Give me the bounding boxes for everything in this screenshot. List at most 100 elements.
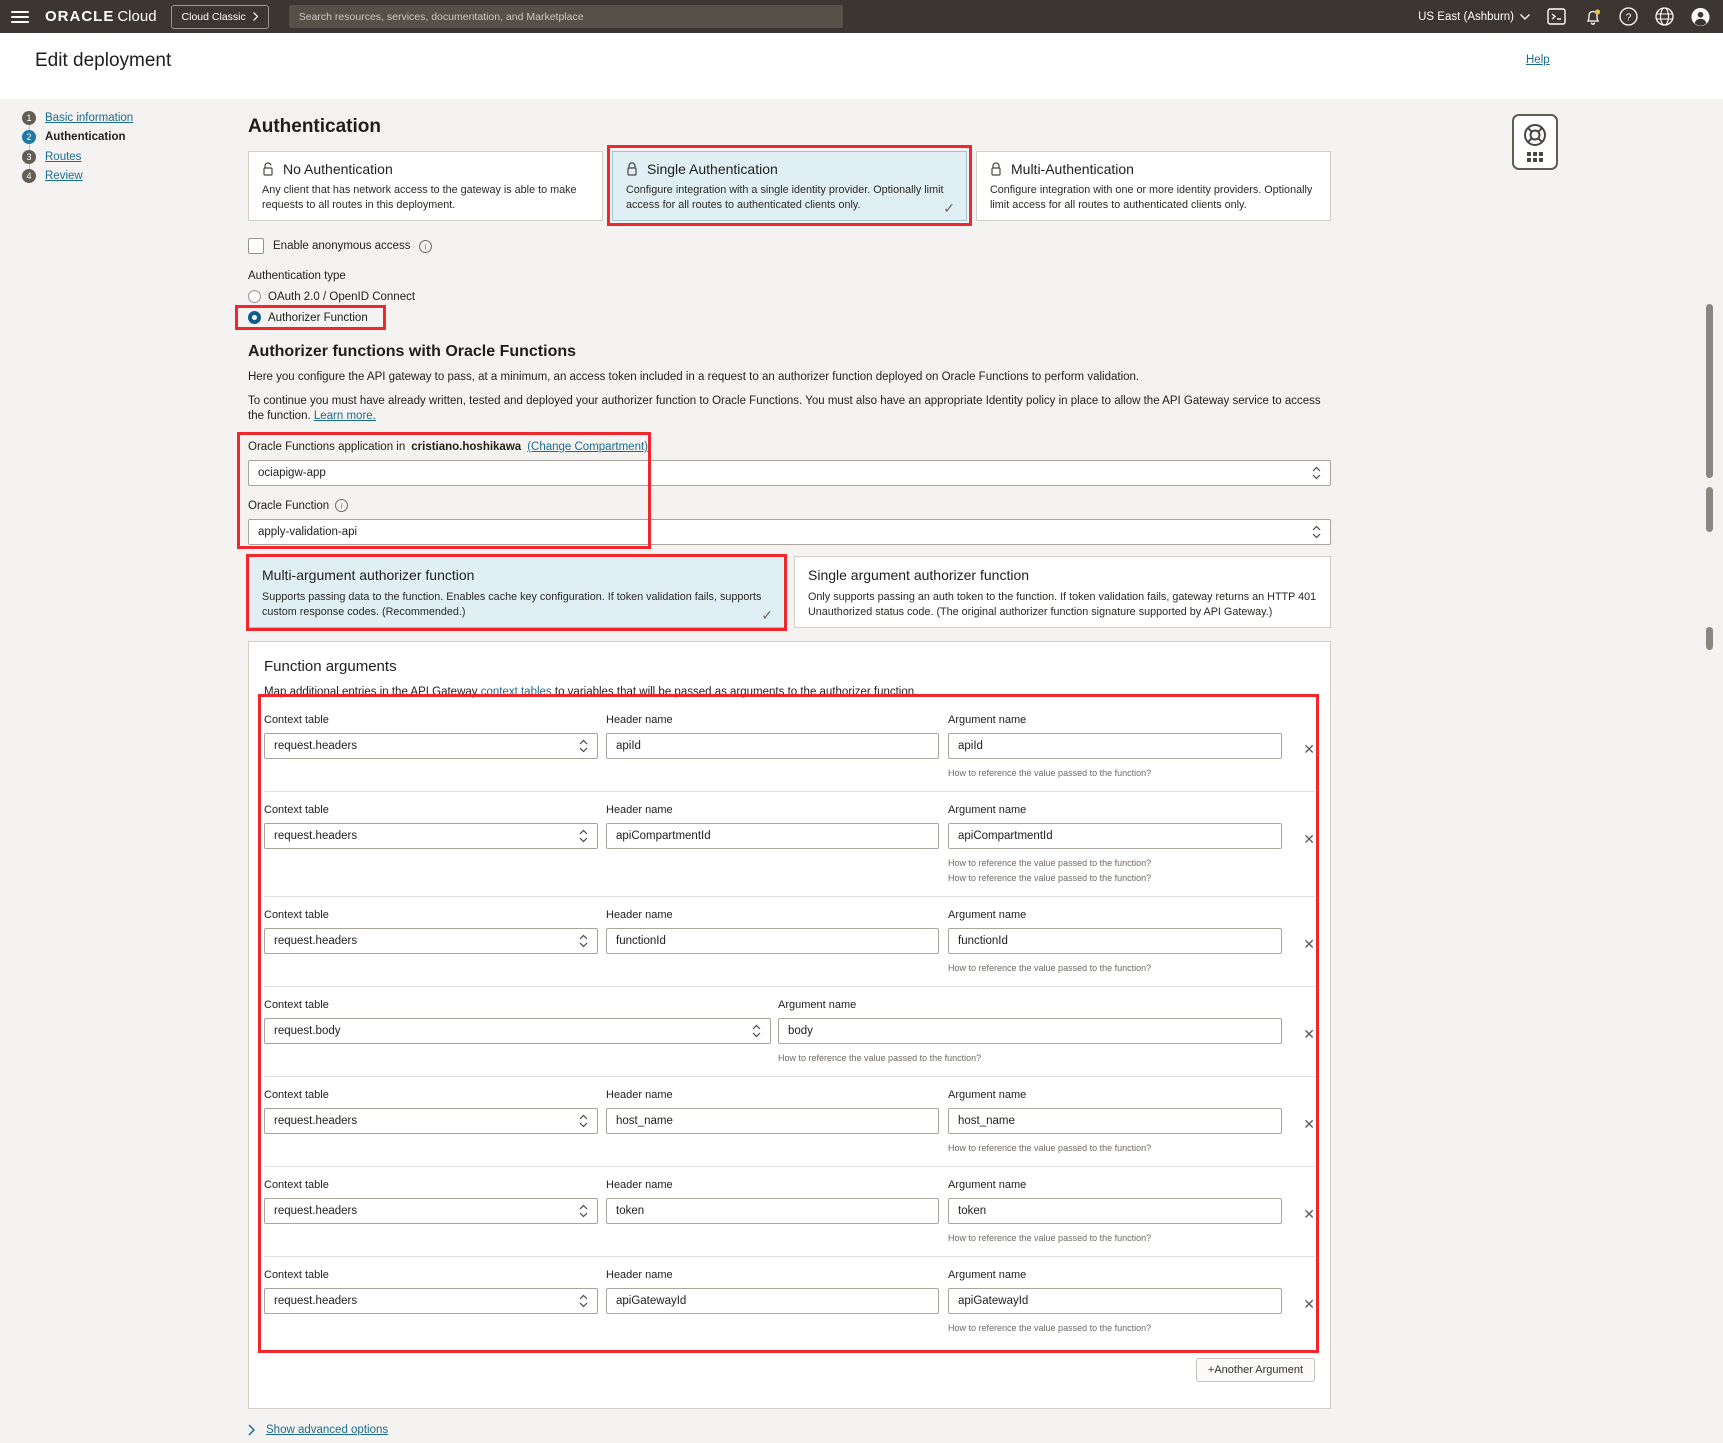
argument-name-input[interactable] bbox=[948, 823, 1282, 849]
anonymous-access-checkbox[interactable] bbox=[248, 238, 264, 254]
cloud-shell-icon[interactable] bbox=[1547, 7, 1566, 26]
info-icon[interactable]: i bbox=[335, 499, 348, 512]
context-table-select[interactable]: request.headers bbox=[264, 823, 598, 849]
argument-name-label: Argument name bbox=[948, 909, 1282, 921]
remove-row-icon[interactable]: ✕ bbox=[1303, 1027, 1315, 1041]
card-desc: Only supports passing an auth token to t… bbox=[808, 590, 1317, 619]
header-name-input[interactable] bbox=[606, 1108, 939, 1134]
step-label: Authentication bbox=[45, 131, 126, 143]
radio-authorizer-function[interactable]: Authorizer Function bbox=[248, 311, 368, 324]
remove-row-icon[interactable]: ✕ bbox=[1303, 1117, 1315, 1131]
svg-text:i: i bbox=[425, 242, 427, 251]
user-avatar[interactable] bbox=[1691, 7, 1710, 26]
support-widget[interactable] bbox=[1512, 114, 1558, 170]
context-table-select[interactable]: request.headers bbox=[264, 1198, 598, 1224]
authorizer-paragraph-2: To continue you must have already writte… bbox=[248, 394, 1331, 424]
reference-help-link[interactable]: How to reference the value passed to the… bbox=[948, 873, 1282, 883]
step-basic-information[interactable]: 1 Basic information bbox=[22, 108, 133, 128]
remove-row-icon[interactable]: ✕ bbox=[1303, 1207, 1315, 1221]
reference-help-link[interactable]: How to reference the value passed to the… bbox=[948, 768, 1282, 778]
scrollbar-thumb[interactable] bbox=[1706, 487, 1713, 532]
search-input[interactable] bbox=[289, 5, 843, 28]
radio-label: OAuth 2.0 / OpenID Connect bbox=[268, 291, 415, 303]
function-arguments-desc: Map additional entries in the API Gatewa… bbox=[264, 686, 1315, 698]
header-name-label: Header name bbox=[606, 909, 939, 921]
step-label[interactable]: Basic information bbox=[45, 112, 133, 124]
argument-row: Context table request.headers Header nam… bbox=[264, 792, 1315, 897]
header-name-input[interactable] bbox=[606, 823, 939, 849]
context-table-select[interactable]: request.body bbox=[264, 1018, 771, 1044]
page-title: Edit deployment bbox=[35, 50, 171, 72]
reference-help-link[interactable]: How to reference the value passed to the… bbox=[948, 1233, 1282, 1243]
remove-row-icon[interactable]: ✕ bbox=[1303, 742, 1315, 756]
help-link[interactable]: Help bbox=[1526, 54, 1550, 66]
radio-oauth[interactable]: OAuth 2.0 / OpenID Connect bbox=[248, 290, 415, 303]
reference-help-link[interactable]: How to reference the value passed to the… bbox=[778, 1053, 1282, 1063]
step-label[interactable]: Review bbox=[45, 170, 83, 182]
radio-circle[interactable] bbox=[248, 290, 261, 303]
step-authentication[interactable]: 2 Authentication bbox=[22, 128, 133, 148]
select-stepper-icon bbox=[1312, 466, 1321, 480]
card-desc: Any client that has network access to th… bbox=[262, 183, 589, 212]
no-authentication-card[interactable]: No Authentication Any client that has ne… bbox=[248, 151, 603, 221]
argument-name-input[interactable] bbox=[948, 1108, 1282, 1134]
argument-name-input[interactable] bbox=[948, 928, 1282, 954]
header-name-input[interactable] bbox=[606, 1288, 939, 1314]
show-advanced-options-row: Show advanced options bbox=[248, 1424, 1331, 1436]
argument-name-input[interactable] bbox=[948, 733, 1282, 759]
functions-application-select[interactable]: ociapigw-app bbox=[248, 460, 1331, 486]
argument-name-label: Argument name bbox=[948, 1089, 1282, 1101]
header-name-label: Header name bbox=[606, 804, 939, 816]
learn-more-link[interactable]: Learn more. bbox=[314, 410, 376, 422]
notifications-bell-icon[interactable] bbox=[1583, 7, 1602, 26]
remove-row-icon[interactable]: ✕ bbox=[1303, 832, 1315, 846]
single-argument-card[interactable]: Single argument authorizer function Only… bbox=[794, 556, 1331, 628]
help-question-icon[interactable]: ? bbox=[1619, 7, 1638, 26]
context-table-label: Context table bbox=[264, 1089, 598, 1101]
reference-help-link[interactable]: How to reference the value passed to the… bbox=[948, 1323, 1282, 1333]
remove-row-icon[interactable]: ✕ bbox=[1303, 1297, 1315, 1311]
context-table-select[interactable]: request.headers bbox=[264, 928, 598, 954]
context-table-label: Context table bbox=[264, 714, 598, 726]
hamburger-menu-icon[interactable] bbox=[11, 11, 29, 23]
scrollbar-thumb[interactable] bbox=[1706, 304, 1713, 478]
argument-name-input[interactable] bbox=[778, 1018, 1282, 1044]
context-tables-link[interactable]: context tables bbox=[481, 686, 552, 698]
argument-name-input[interactable] bbox=[948, 1288, 1282, 1314]
argument-name-label: Argument name bbox=[948, 1179, 1282, 1191]
language-globe-icon[interactable] bbox=[1655, 7, 1674, 26]
context-table-select[interactable]: request.headers bbox=[264, 1288, 598, 1314]
scrollbar-thumb[interactable] bbox=[1706, 627, 1713, 650]
step-label[interactable]: Routes bbox=[45, 151, 81, 163]
single-authentication-card[interactable]: Single Authentication Configure integrat… bbox=[612, 151, 967, 221]
context-table-select[interactable]: request.headers bbox=[264, 1108, 598, 1134]
reference-help-link[interactable]: How to reference the value passed to the… bbox=[948, 1143, 1282, 1153]
header-name-input[interactable] bbox=[606, 733, 939, 759]
multi-authentication-card[interactable]: Multi-Authentication Configure integrati… bbox=[976, 151, 1331, 221]
region-selector[interactable]: US East (Ashburn) bbox=[1418, 11, 1530, 23]
reference-help-link[interactable]: How to reference the value passed to the… bbox=[948, 963, 1282, 973]
change-compartment-link[interactable]: (Change Compartment) bbox=[527, 441, 648, 453]
card-title: Single argument authorizer function bbox=[808, 567, 1317, 583]
step-routes[interactable]: 3 Routes bbox=[22, 147, 133, 167]
card-desc: Supports passing data to the function. E… bbox=[262, 590, 771, 619]
remove-row-icon[interactable]: ✕ bbox=[1303, 937, 1315, 951]
show-advanced-options-link[interactable]: Show advanced options bbox=[266, 1424, 388, 1436]
header-name-label: Header name bbox=[606, 1269, 939, 1281]
function-arguments-heading: Function arguments bbox=[264, 658, 1315, 675]
oracle-function-select[interactable]: apply-validation-api bbox=[248, 519, 1331, 545]
header-name-label: Header name bbox=[606, 1179, 939, 1191]
authentication-heading: Authentication bbox=[248, 116, 1331, 138]
header-name-input[interactable] bbox=[606, 1198, 939, 1224]
header-name-input[interactable] bbox=[606, 928, 939, 954]
another-argument-button[interactable]: +Another Argument bbox=[1196, 1358, 1315, 1382]
context-table-select[interactable]: request.headers bbox=[264, 733, 598, 759]
info-icon[interactable]: i bbox=[419, 240, 432, 253]
argument-name-input[interactable] bbox=[948, 1198, 1282, 1224]
cloud-classic-button[interactable]: Cloud Classic bbox=[171, 5, 269, 29]
multi-argument-card[interactable]: Multi-argument authorizer function Suppo… bbox=[248, 556, 785, 628]
reference-help-link[interactable]: How to reference the value passed to the… bbox=[948, 858, 1282, 868]
radio-circle-selected[interactable] bbox=[248, 311, 261, 324]
select-stepper-icon bbox=[1312, 525, 1321, 539]
step-review[interactable]: 4 Review bbox=[22, 167, 133, 187]
